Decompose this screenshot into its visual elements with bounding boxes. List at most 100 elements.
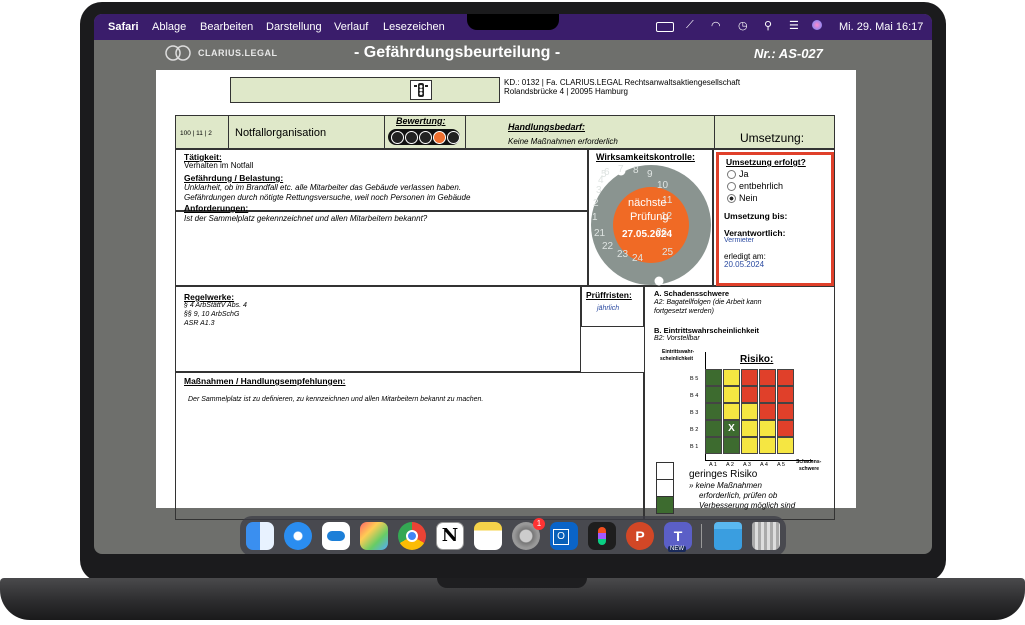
logo-text: CLARIUS.LEGAL — [198, 48, 278, 58]
wifi-icon[interactable]: ◠ — [711, 19, 721, 32]
option-nein: Nein — [739, 193, 758, 203]
dock: N 1 O P T NEW — [240, 516, 786, 554]
col-label-a1: A 1 — [709, 462, 717, 468]
header-green-block — [230, 77, 500, 103]
risk-cell-B4-A4 — [759, 386, 776, 403]
risk-cell-B4-A2 — [723, 386, 740, 403]
need-value: Keine Maßnahmen erforderlich — [508, 137, 618, 146]
company-line-1: KD.: 0132 | Fa. CLARIUS.LEGAL Rechtsanwa… — [504, 78, 741, 87]
risk-a-line-1: A2: Bagatellfolgen (die Arbeit kann — [654, 299, 762, 306]
seal-date: 27.05.2024 — [622, 229, 673, 240]
rating-light-1 — [391, 131, 404, 144]
seal-num-1: 1 — [592, 212, 598, 223]
risk-a-line-2: fortgesetzt werden) — [654, 308, 714, 315]
row-label-b4: B 4 — [690, 393, 699, 399]
finder-icon[interactable] — [246, 522, 274, 550]
menu-lesezeichen[interactable]: Lesezeichen — [383, 21, 445, 33]
legend-yellow-slot — [657, 480, 673, 497]
seal-num-9: 9 — [647, 169, 653, 180]
risk-cell-B2-A4 — [759, 420, 776, 437]
radio-ja[interactable] — [727, 170, 736, 179]
legend-green-slot — [657, 497, 673, 513]
done-value[interactable]: 20.05.2024 — [724, 260, 764, 269]
risk-cell-B5-A2 — [723, 369, 740, 386]
time-machine-icon[interactable]: ◷ — [738, 19, 748, 32]
menu-ablage[interactable]: Ablage — [152, 21, 186, 33]
figma-icon[interactable] — [588, 522, 616, 550]
seal-num-2: 2 — [593, 198, 599, 209]
radio-nein-selected[interactable] — [727, 194, 736, 203]
risk-cell-B1-A3 — [741, 437, 758, 454]
radio-entbehrlich[interactable] — [727, 182, 736, 191]
activity-value: Verhalten im Notfall — [184, 161, 254, 170]
camera-notch — [467, 14, 559, 30]
hazard-line-2: Gefährdungen durch nötigte Rettungsversu… — [184, 193, 471, 202]
row-label-b2: B 2 — [690, 427, 699, 433]
powerpoint-icon[interactable]: P — [626, 522, 654, 550]
settings-badge: 1 — [533, 518, 545, 530]
airdrop-off-icon[interactable]: ⟋ — [686, 19, 694, 32]
control-center-icon[interactable]: ☰ — [789, 19, 799, 32]
trash-icon[interactable] — [752, 522, 780, 550]
legend-line-2: erforderlich, prüfen ob — [699, 491, 778, 500]
seal-num-10: 10 — [657, 180, 669, 191]
traffic-light-box — [410, 80, 432, 100]
menu-app-safari[interactable]: Safari — [108, 21, 139, 33]
seal-num-21: 21 — [594, 228, 606, 239]
col-label-a3: A 3 — [743, 462, 751, 468]
menu-darstellung[interactable]: Darstellung — [266, 21, 322, 33]
risk-marker: X — [723, 420, 740, 437]
risk-cell-B5-A5 — [777, 369, 794, 386]
legend-line-3: Verbesserung möglich sind — [699, 501, 796, 510]
risk-cell-B3-A3 — [741, 403, 758, 420]
col-label-a2: A 2 — [726, 462, 734, 468]
outlook-icon[interactable]: O — [550, 522, 578, 550]
notion-icon[interactable]: N — [436, 522, 464, 550]
notes-icon[interactable] — [474, 522, 502, 550]
menu-verlauf[interactable]: Verlauf — [334, 21, 368, 33]
measures-label: Maßnahmen / Handlungsempfehlungen: — [184, 376, 346, 386]
row-label-b3: B 3 — [690, 410, 699, 416]
menu-clock[interactable]: Mi. 29. Mai 16:17 — [839, 21, 923, 33]
menu-bearbeiten[interactable]: Bearbeiten — [200, 21, 253, 33]
company-line-2: Rolandsbrücke 4 | 20095 Hamburg — [504, 87, 628, 96]
rules-line-1: § 4 ArbStättV Abs. 4 — [184, 302, 247, 309]
battery-icon[interactable] — [656, 22, 674, 32]
responsible-value[interactable]: Vermieter — [724, 237, 754, 244]
risk-cell-B2-A1 — [705, 420, 722, 437]
risk-cell-B1-A4 — [759, 437, 776, 454]
launchpad-icon[interactable] — [360, 522, 388, 550]
risk-cell-B1-A5 — [777, 437, 794, 454]
risk-cell-B5-A4 — [759, 369, 776, 386]
siri-icon[interactable] — [812, 20, 822, 30]
rules-cell — [175, 286, 581, 372]
seal-num-22: 22 — [602, 241, 614, 252]
col-label-a4: A 4 — [760, 462, 768, 468]
risk-cell-B2-A5 — [777, 420, 794, 437]
risk-matrix: X — [705, 369, 795, 459]
implementation-label: Umsetzung: — [740, 131, 805, 145]
rules-line-2: §§ 9, 10 ArbSchG — [184, 311, 240, 318]
chrome-icon[interactable] — [398, 522, 426, 550]
risk-cell-B2-A3 — [741, 420, 758, 437]
risk-cell-B1-A1 — [705, 437, 722, 454]
document-header: CLARIUS.LEGAL - Gefährdungsbeurteilung -… — [94, 40, 932, 66]
folder-icon[interactable] — [714, 522, 742, 550]
option-entbehrlich: entbehrlich — [739, 181, 784, 191]
risk-cell-B4-A3 — [741, 386, 758, 403]
risk-cell-B4-A5 — [777, 386, 794, 403]
risk-y-axis-1: Eintrittswahr- — [662, 349, 695, 355]
hazard-label: Gefährdung / Belastung: — [184, 173, 284, 183]
need-label: Handlungsbedarf: — [508, 122, 586, 132]
dock-separator — [701, 524, 702, 548]
risk-x-axis-2: schwere — [799, 466, 820, 472]
rules-line-3: ASR A1.3 — [184, 320, 215, 327]
implementation-question: Umsetzung erfolgt? — [726, 157, 806, 167]
risk-cell-B4-A1 — [705, 386, 722, 403]
spotlight-icon[interactable]: ⚲ — [764, 19, 772, 32]
seal-num-5: 5 — [601, 169, 607, 180]
risk-cell-B1-A2 — [723, 437, 740, 454]
onedrive-icon[interactable] — [322, 522, 350, 550]
safari-icon[interactable] — [284, 522, 312, 550]
category-name: Notfallorganisation — [235, 127, 327, 139]
